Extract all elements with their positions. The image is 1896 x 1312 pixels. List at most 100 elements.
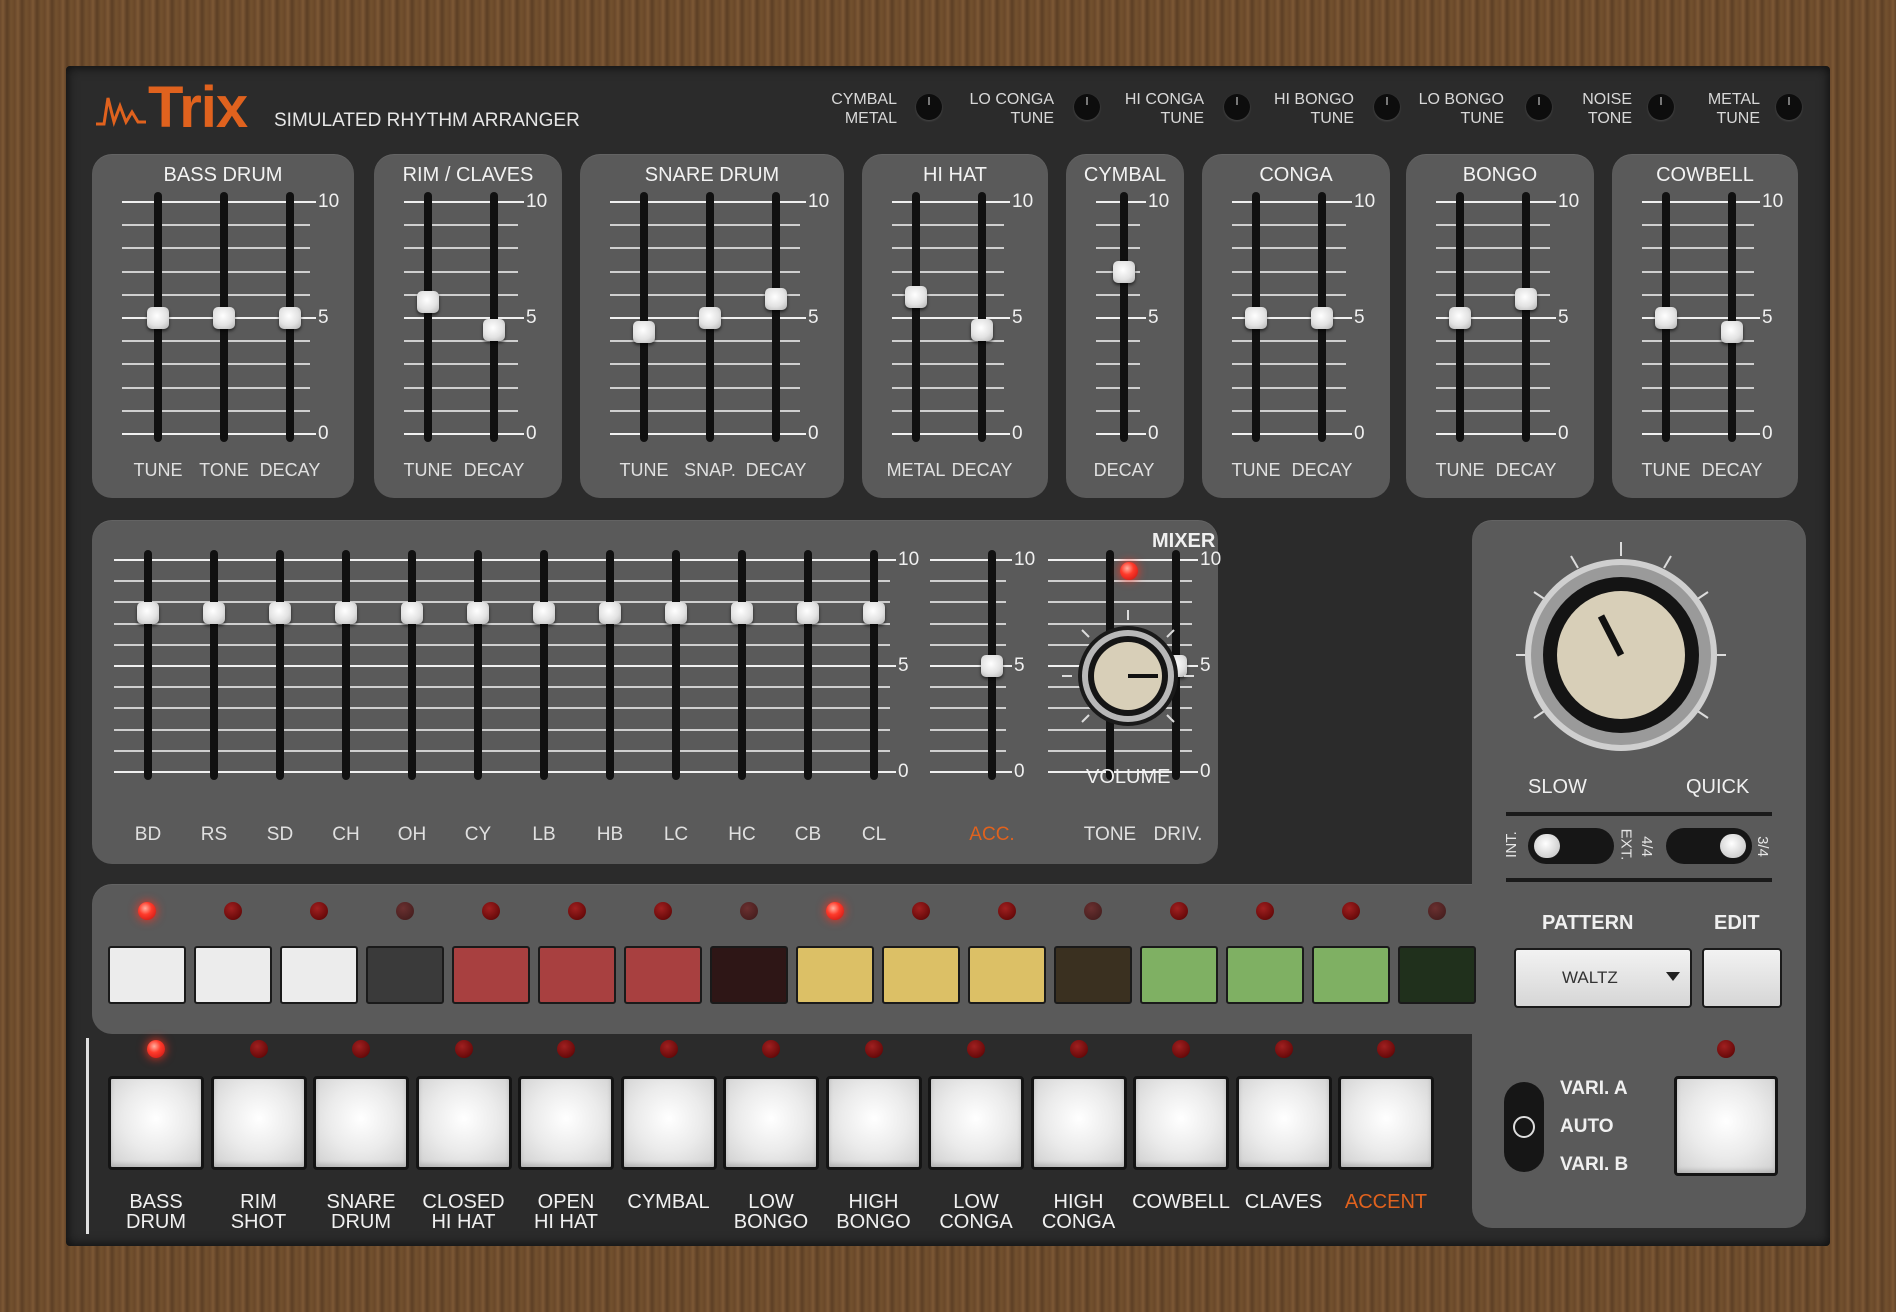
scale-min-label: 0 [1014,761,1025,782]
mixer-channel-label: SD [266,824,294,845]
scale-tick [122,340,310,343]
tempo-knob[interactable] [1506,540,1736,770]
slider-thumb[interactable] [203,602,225,624]
slider-thumb[interactable] [417,290,439,313]
slider-thumb[interactable] [797,602,819,624]
slider-thumb[interactable] [1655,307,1677,329]
scale-tick [892,201,1010,203]
slider-track [276,550,284,780]
instrument-pad[interactable] [1133,1076,1229,1170]
step-button[interactable] [1312,946,1390,1004]
slider-thumb[interactable] [269,602,291,624]
slider-thumb[interactable] [1311,307,1333,329]
slider-thumb[interactable] [533,602,555,624]
instrument-pad[interactable] [723,1076,819,1170]
scale-max-label: 10 [1354,191,1376,212]
slider-thumb[interactable] [401,602,423,624]
step-button[interactable] [452,946,530,1004]
scale-min-label: 0 [1012,423,1023,444]
step-led [998,902,1016,920]
scale-tick [122,247,310,250]
instrument-pad[interactable] [518,1076,614,1170]
header-tune-knob[interactable] [1776,94,1802,120]
instrument-pad[interactable] [415,1076,512,1170]
instrument-pad[interactable] [210,1076,307,1170]
instrument-pad[interactable] [1030,1076,1127,1170]
edit-button[interactable] [1702,948,1782,1008]
time-signature-toggle[interactable] [1666,828,1752,864]
accent-label: ACC. [969,824,1015,845]
step-button[interactable] [280,946,358,1004]
slider-thumb[interactable] [665,602,687,624]
slider-thumb[interactable] [1515,288,1537,311]
scale-tick [404,409,518,412]
slider-thumb[interactable] [971,318,993,341]
instrument-pad[interactable] [620,1076,717,1170]
slider-thumb[interactable] [863,602,885,624]
slider-thumb[interactable] [279,307,301,329]
scale-mid-label: 5 [1354,307,1365,328]
step-button[interactable] [108,946,186,1004]
instrument-pad[interactable] [1235,1076,1332,1170]
scale-tick [1232,340,1346,343]
pad-label: SNARE DRUM [306,1192,416,1232]
slider-thumb[interactable] [137,602,159,624]
scale-tick [1642,409,1754,412]
instrument-pad[interactable] [313,1076,409,1170]
instrument-pad[interactable] [108,1076,204,1170]
step-button[interactable] [538,946,616,1004]
step-button[interactable] [194,946,272,1004]
step-button[interactable] [882,946,960,1004]
slider-thumb[interactable] [599,602,621,624]
step-button[interactable] [1226,946,1304,1004]
scale-tick [1048,749,1192,752]
scale-min-label: 0 [526,423,537,444]
slider-thumb[interactable] [1245,307,1267,329]
step-button[interactable] [624,946,702,1004]
step-button[interactable] [1054,946,1132,1004]
instrument-pad[interactable] [928,1076,1024,1170]
slider-thumb[interactable] [765,288,787,311]
instrument-pad[interactable] [1338,1076,1434,1170]
pad-label-line1: ACCENT [1344,1191,1428,1213]
instrument-pad[interactable] [825,1076,922,1170]
step-button[interactable] [1398,946,1476,1004]
pad-label: ACCENT [1331,1192,1441,1212]
scale-tick [114,601,890,604]
volume-knob[interactable] [1058,606,1198,746]
slider-thumb[interactable] [1449,307,1471,329]
step-button[interactable] [710,946,788,1004]
step-button[interactable] [366,946,444,1004]
slider-thumb[interactable] [699,307,721,329]
step-button[interactable] [1140,946,1218,1004]
slider-thumb[interactable] [335,602,357,624]
scale-tick [892,270,1004,273]
variation-switch[interactable] [1504,1082,1544,1172]
slider-thumb[interactable] [1113,260,1135,283]
step-button[interactable] [968,946,1046,1004]
slider-thumb[interactable] [633,320,655,343]
step-button[interactable] [796,946,874,1004]
pad-led [454,1040,473,1058]
scale-tick [1232,409,1346,412]
pad-label-line1: OPEN [537,1191,595,1213]
slider-thumb[interactable] [905,286,927,309]
int-ext-toggle[interactable] [1528,828,1614,864]
pattern-dropdown[interactable]: WALTZ [1514,948,1692,1008]
slider-thumb[interactable] [1721,320,1743,343]
slider-thumb[interactable] [147,307,169,329]
slider-thumb[interactable] [731,602,753,624]
device-panel: Trix SIMULATED RHYTHM ARRANGER CYMBAL MET… [66,66,1830,1246]
pad-label: CLOSED HI HAT [409,1192,519,1232]
start-stop-button[interactable] [1674,1076,1778,1176]
slider-group: 10 5 0 [862,154,1048,498]
slider-thumb[interactable] [213,307,235,329]
step-led [1170,902,1188,920]
start-led [1717,1040,1735,1058]
slider-thumb[interactable] [467,602,489,624]
slider-thumb[interactable] [483,318,505,341]
pad-led [762,1040,780,1058]
app-subtitle: SIMULATED RHYTHM ARRANGER [274,110,580,131]
pad-led [1172,1040,1190,1058]
slider-thumb[interactable] [981,655,1003,677]
